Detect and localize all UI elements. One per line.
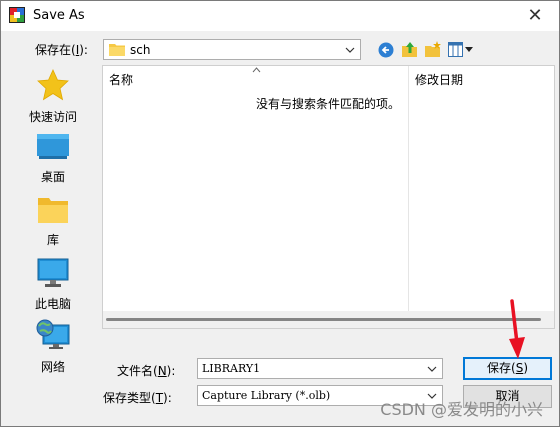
horizontal-scrollbar[interactable]: [103, 311, 554, 328]
column-header-name[interactable]: 名称: [109, 71, 133, 95]
title-bar[interactable]: Save As ✕: [1, 1, 559, 31]
view-menu-button[interactable]: [448, 41, 474, 59]
watermark: CSDN @爱发明的小兴: [380, 400, 543, 419]
filename-input[interactable]: LIBRARY1: [197, 358, 443, 379]
empty-message: 没有与搜索条件匹配的项。: [256, 97, 401, 111]
new-folder-icon[interactable]: [424, 40, 442, 58]
desktop-icon: [37, 134, 69, 159]
place-network[interactable]: 网络: [9, 319, 97, 375]
close-button[interactable]: ✕: [517, 3, 553, 29]
star-icon: [37, 69, 69, 101]
back-icon[interactable]: [378, 42, 394, 58]
dropdown-arrow-icon: [465, 47, 473, 52]
computer-icon: [37, 258, 69, 287]
column-separator[interactable]: [408, 66, 409, 328]
place-quick-access[interactable]: 快速访问: [9, 69, 97, 125]
place-label: 桌面: [40, 170, 65, 184]
place-label: 库: [46, 233, 59, 247]
place-label: 网络: [40, 360, 65, 374]
save-in-combo[interactable]: sch: [103, 39, 361, 60]
annotation-arrow-icon: [509, 299, 525, 359]
place-label: 此电脑: [34, 297, 71, 311]
up-folder-icon[interactable]: [401, 40, 419, 58]
place-this-pc[interactable]: 此电脑: [9, 258, 97, 312]
place-label: 快速访问: [28, 110, 77, 124]
scrollbar-thumb[interactable]: [106, 318, 541, 321]
app-icon: [9, 7, 25, 23]
chevron-down-icon[interactable]: [426, 359, 438, 378]
save-in-label: 保存在(I):: [35, 43, 88, 57]
filetype-value: Capture Library (*.olb): [202, 389, 331, 402]
filename-value: LIBRARY1: [202, 362, 261, 375]
chevron-down-icon: [344, 40, 356, 59]
folder-icon: [109, 44, 125, 56]
filetype-label: 保存类型(T):: [103, 391, 172, 405]
network-icon: [36, 319, 70, 349]
close-icon: ✕: [527, 5, 543, 26]
library-folder-icon: [38, 198, 68, 223]
sort-ascending-icon: [252, 67, 261, 73]
save-as-dialog: Save As ✕ 保存在(I): sch 快速访问 桌面 库 此电脑 网络 名…: [0, 0, 560, 427]
filename-label: 文件名(N):: [117, 364, 176, 378]
file-list[interactable]: 名称 修改日期 没有与搜索条件匹配的项。: [102, 65, 555, 329]
column-header-date[interactable]: 修改日期: [415, 71, 463, 95]
place-desktop[interactable]: 桌面: [9, 133, 97, 185]
place-libraries[interactable]: 库: [9, 196, 97, 248]
places-bar: 快速访问 桌面 库 此电脑 网络: [9, 63, 97, 403]
view-grid-icon: [448, 42, 463, 57]
window-title: Save As: [33, 8, 85, 23]
save-in-value: sch: [130, 43, 151, 57]
